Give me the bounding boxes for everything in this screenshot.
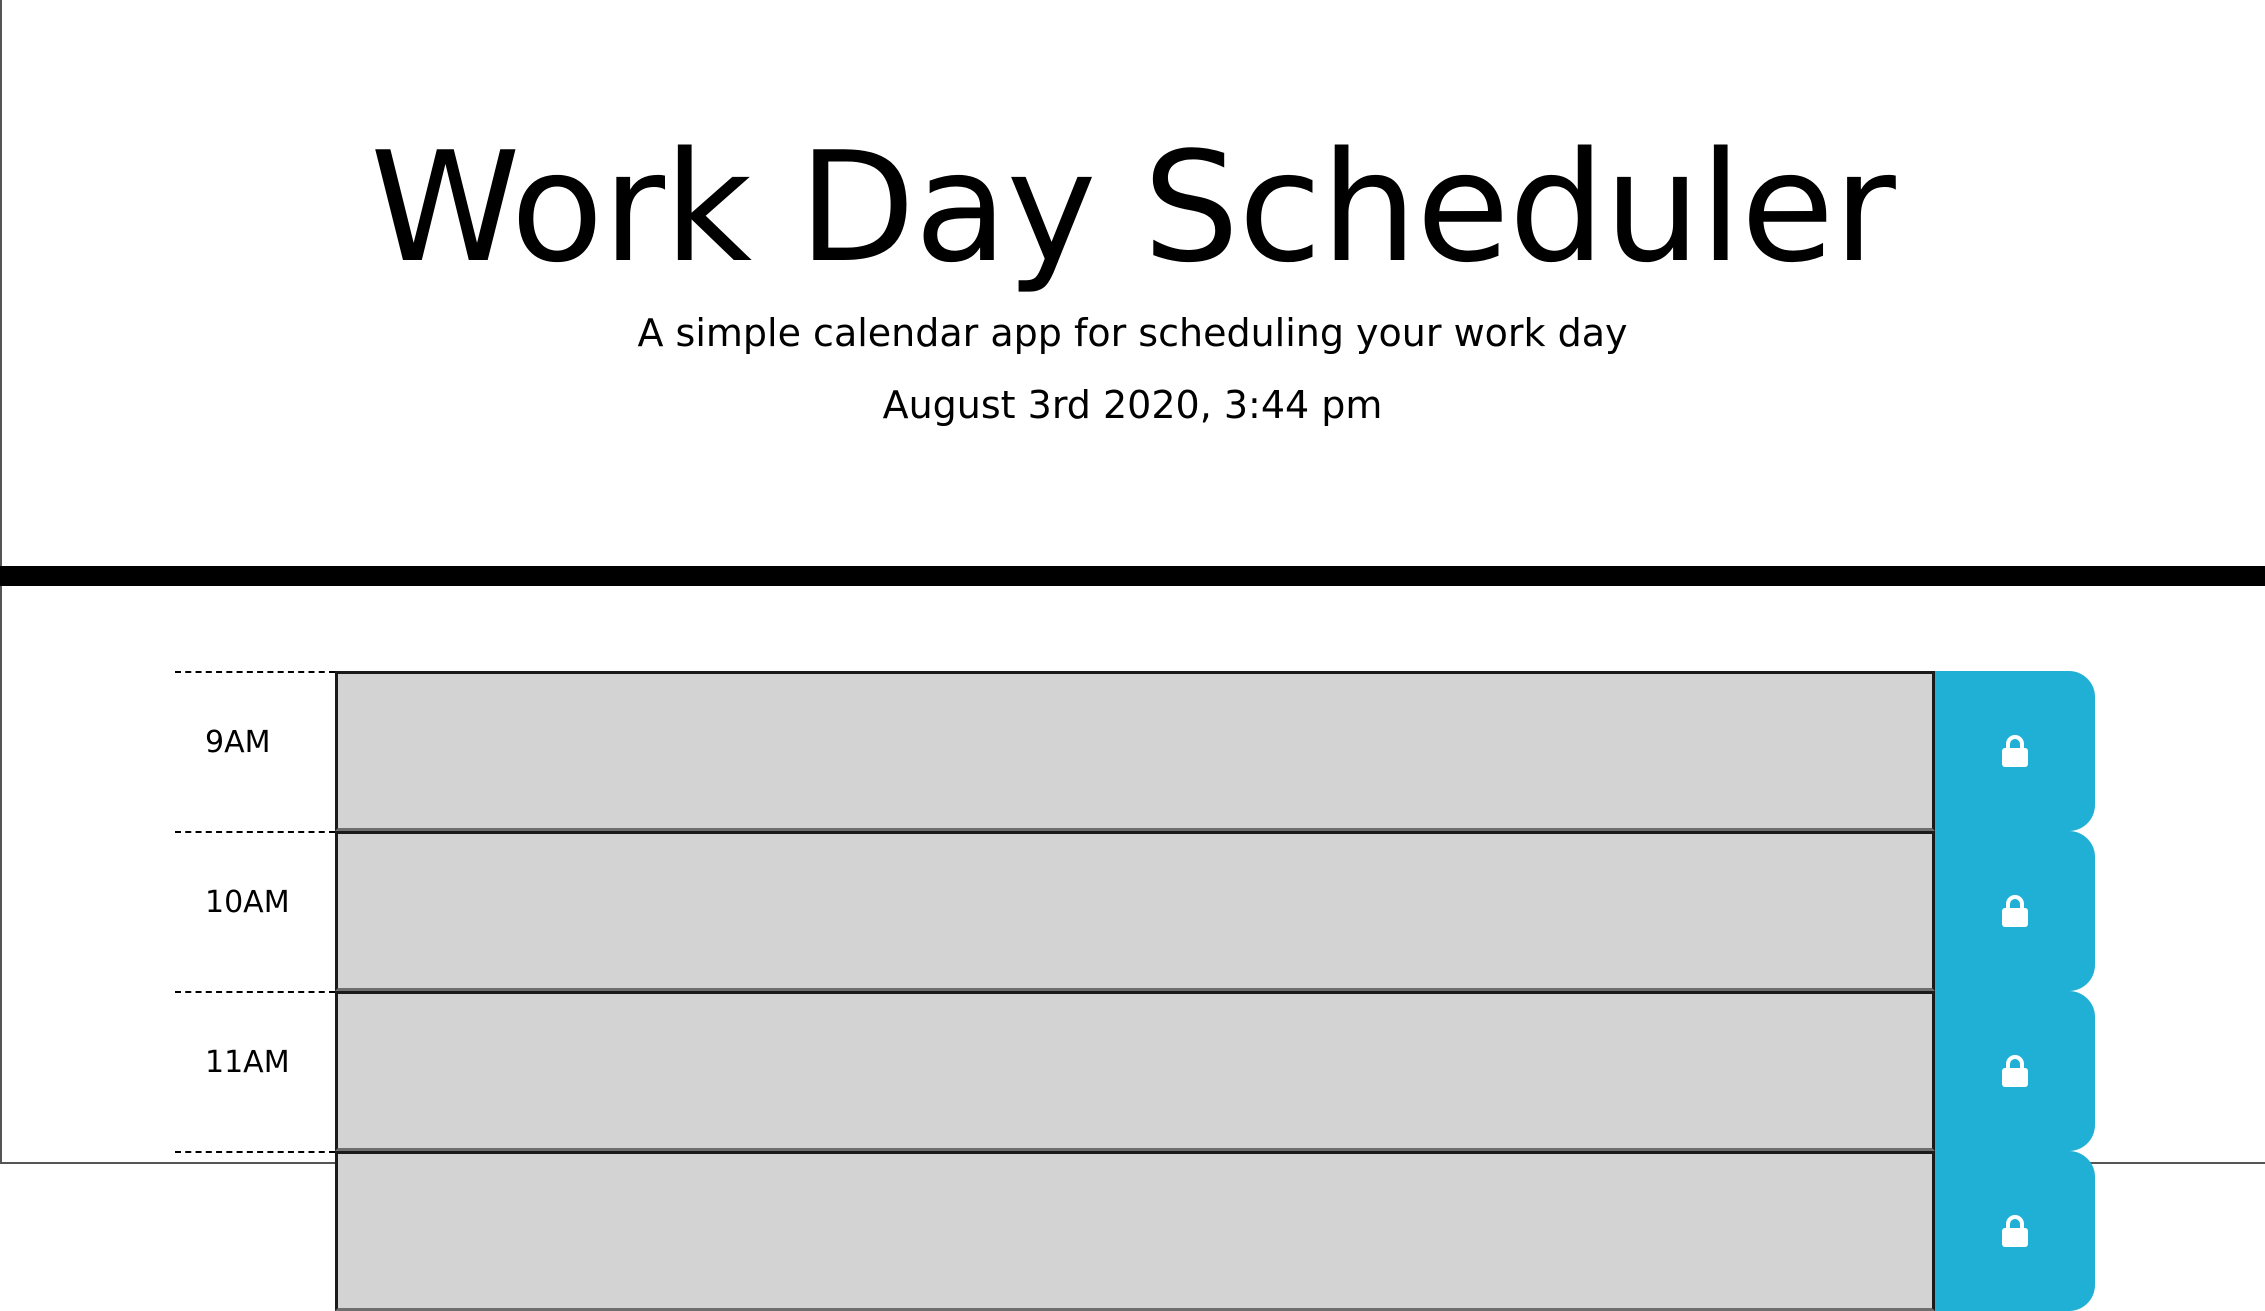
time-block-row: 9AM xyxy=(175,671,2095,831)
time-block-row: 10AM xyxy=(175,831,2095,991)
lock-icon xyxy=(2002,735,2028,767)
hour-label: 11AM xyxy=(205,1045,290,1080)
hour-cell xyxy=(175,1151,335,1311)
page-title: Work Day Scheduler xyxy=(370,119,1896,296)
event-description-input[interactable] xyxy=(335,831,1935,991)
lock-icon xyxy=(2002,1215,2028,1247)
hour-cell: 10AM xyxy=(175,831,335,991)
hour-label: 10AM xyxy=(205,885,290,920)
lock-icon xyxy=(2002,895,2028,927)
save-button[interactable] xyxy=(1935,671,2095,831)
save-button[interactable] xyxy=(1935,1151,2095,1311)
schedule: 9AM 10AM 11AM xyxy=(175,671,2095,1311)
time-block-row xyxy=(175,1151,2095,1311)
time-block-row: 11AM xyxy=(175,991,2095,1151)
hour-label: 9AM xyxy=(205,725,271,760)
current-day: August 3rd 2020, 3:44 pm xyxy=(882,383,1383,427)
hour-cell: 11AM xyxy=(175,991,335,1151)
event-description-input[interactable] xyxy=(335,671,1935,831)
save-button[interactable] xyxy=(1935,831,2095,991)
lock-icon xyxy=(2002,1055,2028,1087)
header: Work Day Scheduler A simple calendar app… xyxy=(0,0,2265,586)
hour-cell: 9AM xyxy=(175,671,335,831)
event-description-input[interactable] xyxy=(335,1151,1935,1311)
save-button[interactable] xyxy=(1935,991,2095,1151)
page-subtitle: A simple calendar app for scheduling you… xyxy=(637,311,1628,355)
event-description-input[interactable] xyxy=(335,991,1935,1151)
